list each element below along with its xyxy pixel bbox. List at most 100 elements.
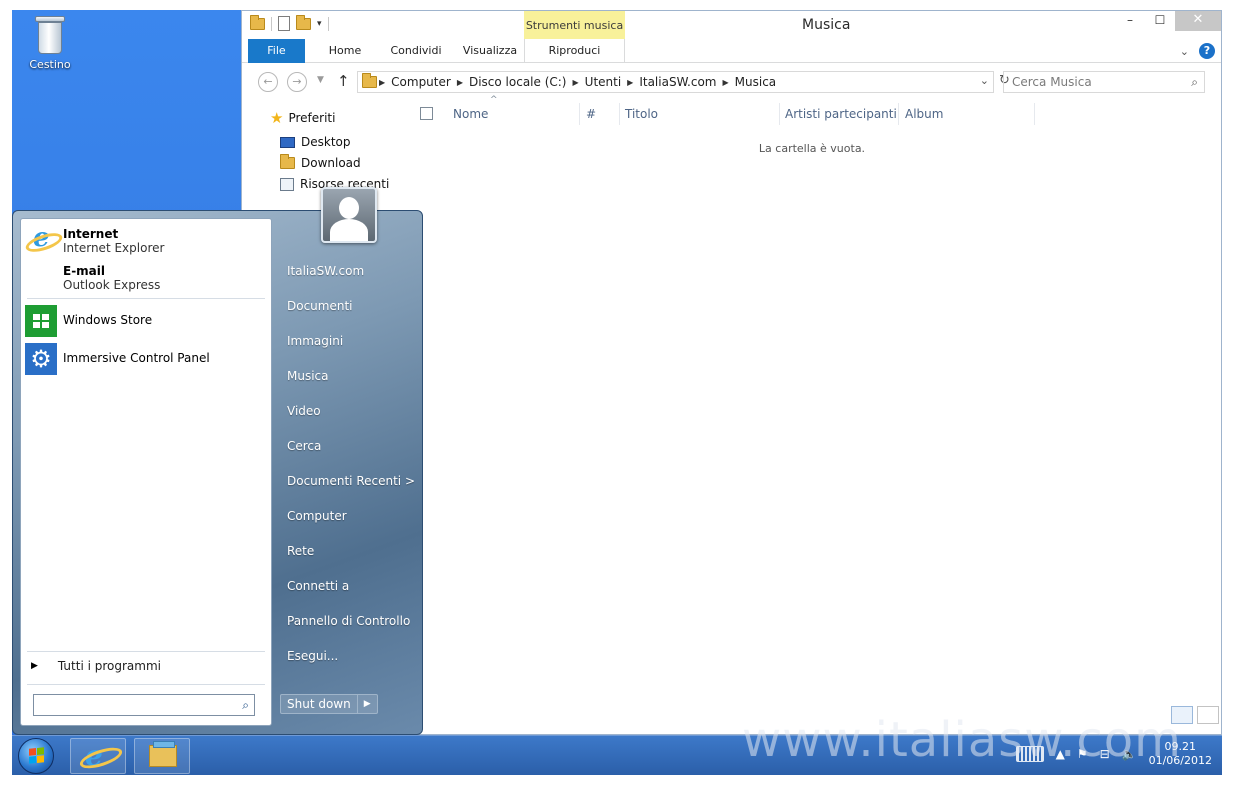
column-title[interactable]: Titolo <box>625 107 658 121</box>
tab-home[interactable]: Home <box>314 39 376 63</box>
toolbar-divider <box>271 16 272 31</box>
column-name[interactable]: Nome <box>453 107 488 121</box>
start-right-run[interactable]: Esegui... <box>287 649 338 663</box>
taskbar-internet-explorer[interactable]: e <box>70 738 126 774</box>
help-icon[interactable]: ? <box>1199 43 1215 59</box>
forward-button[interactable]: → <box>287 72 307 92</box>
search-icon[interactable]: ⌕ <box>1191 75 1198 90</box>
download-folder-icon <box>280 154 295 169</box>
column-divider[interactable] <box>898 103 899 125</box>
pinned-internet[interactable]: e Internet Internet Explorer <box>21 219 271 261</box>
column-number[interactable]: # <box>586 107 596 121</box>
properties-icon[interactable] <box>278 16 290 31</box>
ribbon-right-controls: ⌄ ? <box>1180 43 1215 59</box>
breadcrumb-computer[interactable]: Computer <box>391 75 451 89</box>
pinned-email[interactable]: E-mail Outlook Express <box>21 261 271 297</box>
tab-view[interactable]: Visualizza <box>456 39 524 63</box>
start-right-control-panel[interactable]: Pannello di Controllo <box>287 614 410 628</box>
user-avatar[interactable] <box>321 187 377 243</box>
folder-icon[interactable] <box>250 14 265 30</box>
all-programs-label: Tutti i programmi <box>57 659 161 673</box>
all-programs-divider <box>27 651 265 652</box>
column-album[interactable]: Album <box>905 107 943 121</box>
start-right-computer[interactable]: Computer <box>287 509 347 523</box>
address-history-dropdown-icon[interactable]: ⌄ <box>980 74 989 87</box>
start-button[interactable] <box>18 738 54 774</box>
back-button[interactable]: ← <box>258 72 278 92</box>
expand-ribbon-icon[interactable]: ⌄ <box>1180 45 1189 58</box>
search-icon[interactable]: ⌕ <box>242 698 249 713</box>
column-divider[interactable] <box>579 103 580 125</box>
pinned-subtitle: Internet Explorer <box>63 241 165 255</box>
select-all-checkbox[interactable] <box>420 107 433 120</box>
new-folder-icon[interactable] <box>296 14 311 30</box>
breadcrumb-music[interactable]: Musica <box>735 75 777 89</box>
ribbon-tabs: File Home Condividi Visualizza Riproduci… <box>242 39 1221 63</box>
address-bar[interactable]: ▶ Computer ▶ Disco locale (C:) ▶ Utenti … <box>357 71 994 93</box>
up-button[interactable]: ↑ <box>337 72 350 90</box>
start-right-search[interactable]: Cerca <box>287 439 321 453</box>
nav-favorites[interactable]: ★ Preferiti <box>270 109 335 127</box>
breadcrumb-arrow-icon[interactable]: ▶ <box>457 78 463 87</box>
column-divider[interactable] <box>619 103 620 125</box>
start-right-recent-documents[interactable]: Documenti Recenti > <box>287 474 415 488</box>
windows-store-icon <box>25 305 57 337</box>
program-label: Windows Store <box>63 313 153 327</box>
start-search-input[interactable]: ⌕ <box>33 694 255 716</box>
breadcrumb-arrow-icon[interactable]: ▶ <box>379 78 385 87</box>
pinned-title: E-mail <box>63 264 106 278</box>
recycle-bin-label: Cestino <box>29 58 71 71</box>
program-label: Immersive Control Panel <box>63 351 210 365</box>
breadcrumb-user[interactable]: ItaliaSW.com <box>639 75 716 89</box>
internet-explorer-icon: e <box>27 223 57 255</box>
triangle-right-icon: ▶ <box>31 661 38 671</box>
search-input[interactable]: Cerca Musica ⌕ <box>1003 71 1205 93</box>
window-controls: – ☐ ✕ <box>1115 11 1221 31</box>
column-divider[interactable] <box>1034 103 1035 125</box>
start-right-network[interactable]: Rete <box>287 544 314 558</box>
start-right-video[interactable]: Video <box>287 404 321 418</box>
star-icon: ★ <box>270 109 284 127</box>
taskbar-file-explorer[interactable] <box>134 738 190 774</box>
shutdown-button[interactable]: Shut down <box>280 694 358 714</box>
close-button[interactable]: ✕ <box>1175 11 1221 31</box>
start-right-pictures[interactable]: Immagini <box>287 334 343 348</box>
start-right-music[interactable]: Musica <box>287 369 329 383</box>
quick-access-toolbar: ▾ <box>250 14 329 31</box>
start-right-user-folder[interactable]: ItaliaSW.com <box>287 264 364 278</box>
music-folder-icon <box>362 73 377 88</box>
recycle-bin-shortcut[interactable]: Cestino <box>22 16 78 71</box>
sort-ascending-icon: ^ <box>490 95 498 105</box>
breadcrumb-arrow-icon[interactable]: ▶ <box>573 78 579 87</box>
tab-file[interactable]: File <box>248 39 305 63</box>
tab-share[interactable]: Condividi <box>376 39 456 63</box>
large-icons-view-icon[interactable] <box>1197 706 1219 724</box>
customize-toolbar-icon[interactable]: ▾ <box>317 19 322 29</box>
column-divider[interactable] <box>779 103 780 125</box>
breadcrumb-local-disk[interactable]: Disco locale (C:) <box>469 75 567 89</box>
breadcrumb-arrow-icon[interactable]: ▶ <box>627 78 633 87</box>
column-artists[interactable]: Artisti partecipanti <box>785 107 897 121</box>
recycle-bin-icon <box>35 16 65 56</box>
gear-icon: ⚙ <box>25 343 57 375</box>
breadcrumb-users[interactable]: Utenti <box>585 75 622 89</box>
file-explorer-icon <box>149 741 177 767</box>
empty-folder-message: La cartella è vuota. <box>758 142 866 155</box>
program-control-panel[interactable]: ⚙ Immersive Control Panel <box>21 341 271 377</box>
all-programs-button[interactable]: ▶ Tutti i programmi <box>31 659 161 673</box>
maximize-button[interactable]: ☐ <box>1145 11 1175 31</box>
start-right-connect-to[interactable]: Connetti a <box>287 579 349 593</box>
shutdown-options-arrow-icon[interactable]: ▶ <box>357 694 378 714</box>
nav-item-download[interactable]: Download <box>280 154 361 170</box>
toolbar-divider <box>327 16 329 31</box>
shutdown-control: Shut down ▶ <box>280 694 378 714</box>
watermark: www.italiasw.com <box>742 712 1182 768</box>
tab-play[interactable]: Riproduci <box>524 39 625 63</box>
minimize-button[interactable]: – <box>1115 11 1145 31</box>
search-placeholder: Cerca Musica <box>1012 75 1092 89</box>
breadcrumb-arrow-icon[interactable]: ▶ <box>723 78 729 87</box>
column-headers: ^ Nome # Titolo Artisti partecipanti Alb… <box>420 95 1210 125</box>
start-right-documents[interactable]: Documenti <box>287 299 353 313</box>
recent-locations-icon[interactable]: ▼ <box>317 75 324 85</box>
program-windows-store[interactable]: Windows Store <box>21 303 271 339</box>
